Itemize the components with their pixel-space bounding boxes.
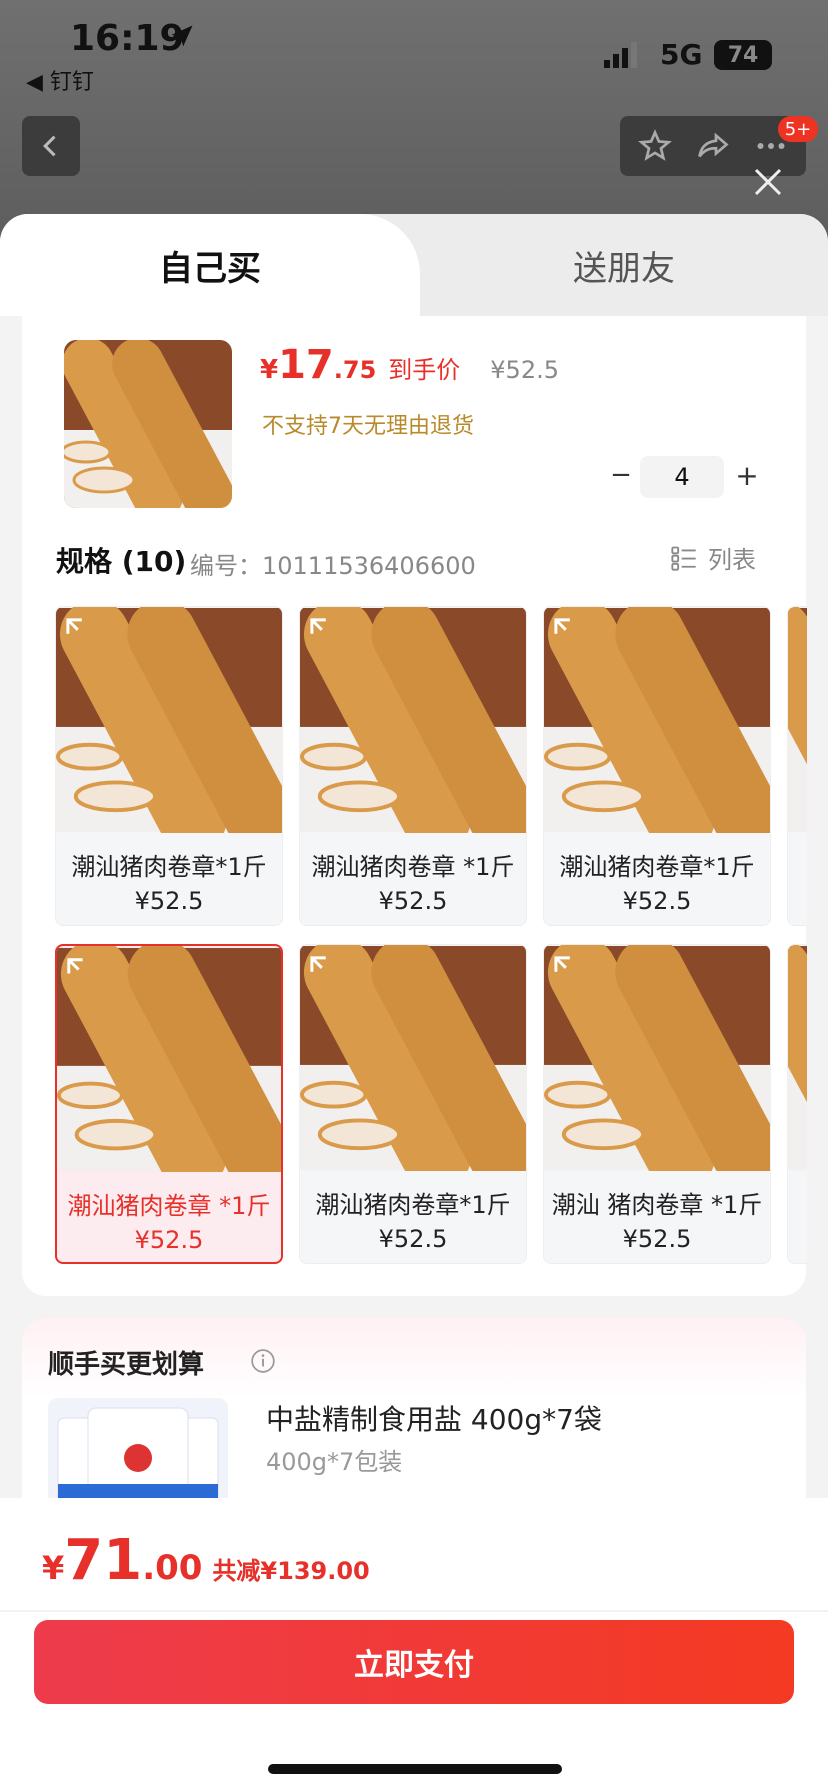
- variant-tile[interactable]: 潮汕猪肉卷章*1斤 ¥52.5: [299, 944, 527, 1264]
- variant-tile[interactable]: 潮汕猪肉卷章*1斤 ¥52.5: [543, 606, 771, 926]
- location-arrow-icon: [171, 25, 193, 47]
- total-integer: 71: [64, 1528, 143, 1593]
- spec-id: 编号：10111536406600: [190, 552, 476, 580]
- quantity-input[interactable]: 4: [640, 456, 724, 498]
- price-decimal: .75: [333, 356, 377, 384]
- list-view-label: 列表: [708, 546, 756, 574]
- star-icon[interactable]: [637, 128, 673, 164]
- variant-tile[interactable]: 潮汕 猪肉卷章 *1斤 ¥52.5: [543, 944, 771, 1264]
- home-indicator: [268, 1764, 562, 1774]
- checkout-bar: ¥ 71 .00 共减¥139.00 立即支付: [0, 1498, 828, 1792]
- total-currency: ¥: [42, 1549, 65, 1587]
- variant-tile-selected[interactable]: 潮汕猪肉卷章 *1斤 ¥52.5: [55, 944, 283, 1264]
- signal-icon: [604, 42, 637, 68]
- addon-product-spec: 400g*7包装: [266, 1448, 403, 1476]
- quantity-increase-button[interactable]: +: [732, 459, 762, 492]
- variant-tile[interactable]: 潮汕猪肉卷章 *1斤 ¥52.5: [299, 606, 527, 926]
- product-thumbnail: [64, 340, 232, 508]
- notification-badge: 5+: [778, 116, 818, 142]
- tab-gift-friend[interactable]: 送朋友: [420, 214, 828, 316]
- price-label: 到手价: [388, 356, 461, 384]
- info-icon[interactable]: [250, 1348, 276, 1374]
- variant-label: 潮汕猪肉卷章*1斤 ¥52.5: [559, 853, 755, 915]
- original-price: ¥52.5: [490, 356, 559, 384]
- product-card: ¥ 17 .75 到手价 ¥52.5 不支持7天无理由退货 − 4 + 规格 (…: [22, 316, 807, 1296]
- close-icon[interactable]: [750, 164, 786, 200]
- pay-now-button[interactable]: 立即支付: [34, 1620, 794, 1704]
- variant-image: [56, 607, 282, 853]
- price-integer: 17: [278, 342, 334, 388]
- variant-grid: 潮汕猪肉卷章*1斤 ¥52.5 潮汕猪肉卷章 *1斤 ¥52.5 潮汕猪肉卷章*…: [55, 606, 807, 1286]
- variant-label: 潮汕猪肉卷章*1斤 ¥52.5: [315, 1191, 511, 1253]
- variant-image: [788, 607, 807, 853]
- variant-image: [788, 945, 807, 1191]
- network-type: 5G: [660, 38, 703, 71]
- chevron-left-icon: [43, 135, 56, 157]
- list-icon: [671, 546, 696, 571]
- total-decimal: .00: [142, 1548, 203, 1588]
- variant-image: [300, 607, 526, 853]
- divider: [0, 1610, 828, 1612]
- variant-tile[interactable]: 潮汕猪肉卷章*1斤 ¥52.5: [55, 606, 283, 926]
- tab-buy-for-self[interactable]: 自己买: [0, 214, 420, 316]
- list-view-button[interactable]: 列表: [670, 540, 756, 575]
- battery-indicator: 74: [714, 40, 772, 70]
- total-saving: 共减¥139.00: [212, 1557, 370, 1585]
- variant-label: 潮汕猪肉卷章 *1斤 ¥52.5: [311, 853, 515, 915]
- variant-image: [300, 945, 526, 1191]
- price-row: ¥ 17 .75 到手价 ¥52.5: [260, 342, 559, 388]
- variant-image: [544, 607, 770, 853]
- variant-label: 潮汕猪肉卷章*1斤 ¥52.5: [71, 853, 267, 915]
- variant-label: 潮汕猪肉卷章 *1斤 ¥52.5: [67, 1192, 271, 1254]
- tab-bar: 自己买 送朋友: [0, 214, 828, 316]
- quantity-decrease-button[interactable]: −: [606, 460, 636, 490]
- spec-title: 规格 (10): [56, 545, 187, 578]
- share-icon[interactable]: [695, 128, 731, 164]
- variant-image: [57, 946, 281, 1191]
- addon-title: 顺手买更划算: [48, 1350, 205, 1380]
- variant-image: [544, 945, 770, 1191]
- total-price: ¥ 71 .00 共减¥139.00: [42, 1528, 370, 1593]
- price-currency: ¥: [260, 355, 279, 385]
- variant-label: 潮汕 猪肉卷章 *1斤 ¥52.5: [551, 1191, 763, 1253]
- addon-product-name[interactable]: 中盐精制食用盐 400g*7袋: [266, 1398, 602, 1438]
- return-policy-note: 不支持7天无理由退货: [262, 414, 474, 439]
- back-to-app-link[interactable]: ◀ 钉钉: [26, 64, 94, 96]
- variant-tile-partial[interactable]: [787, 606, 807, 926]
- variant-tile-partial[interactable]: [787, 944, 807, 1264]
- back-button[interactable]: [22, 116, 80, 176]
